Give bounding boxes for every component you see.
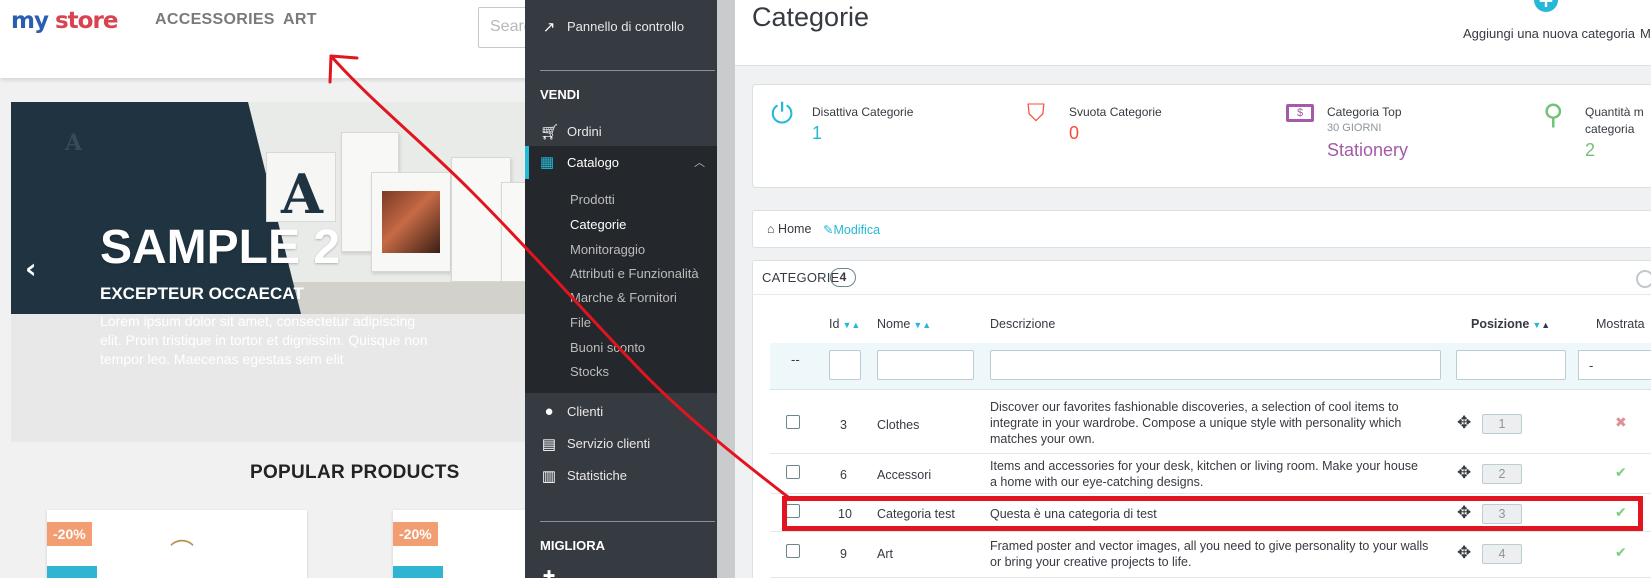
annotation-arrow	[328, 54, 790, 499]
